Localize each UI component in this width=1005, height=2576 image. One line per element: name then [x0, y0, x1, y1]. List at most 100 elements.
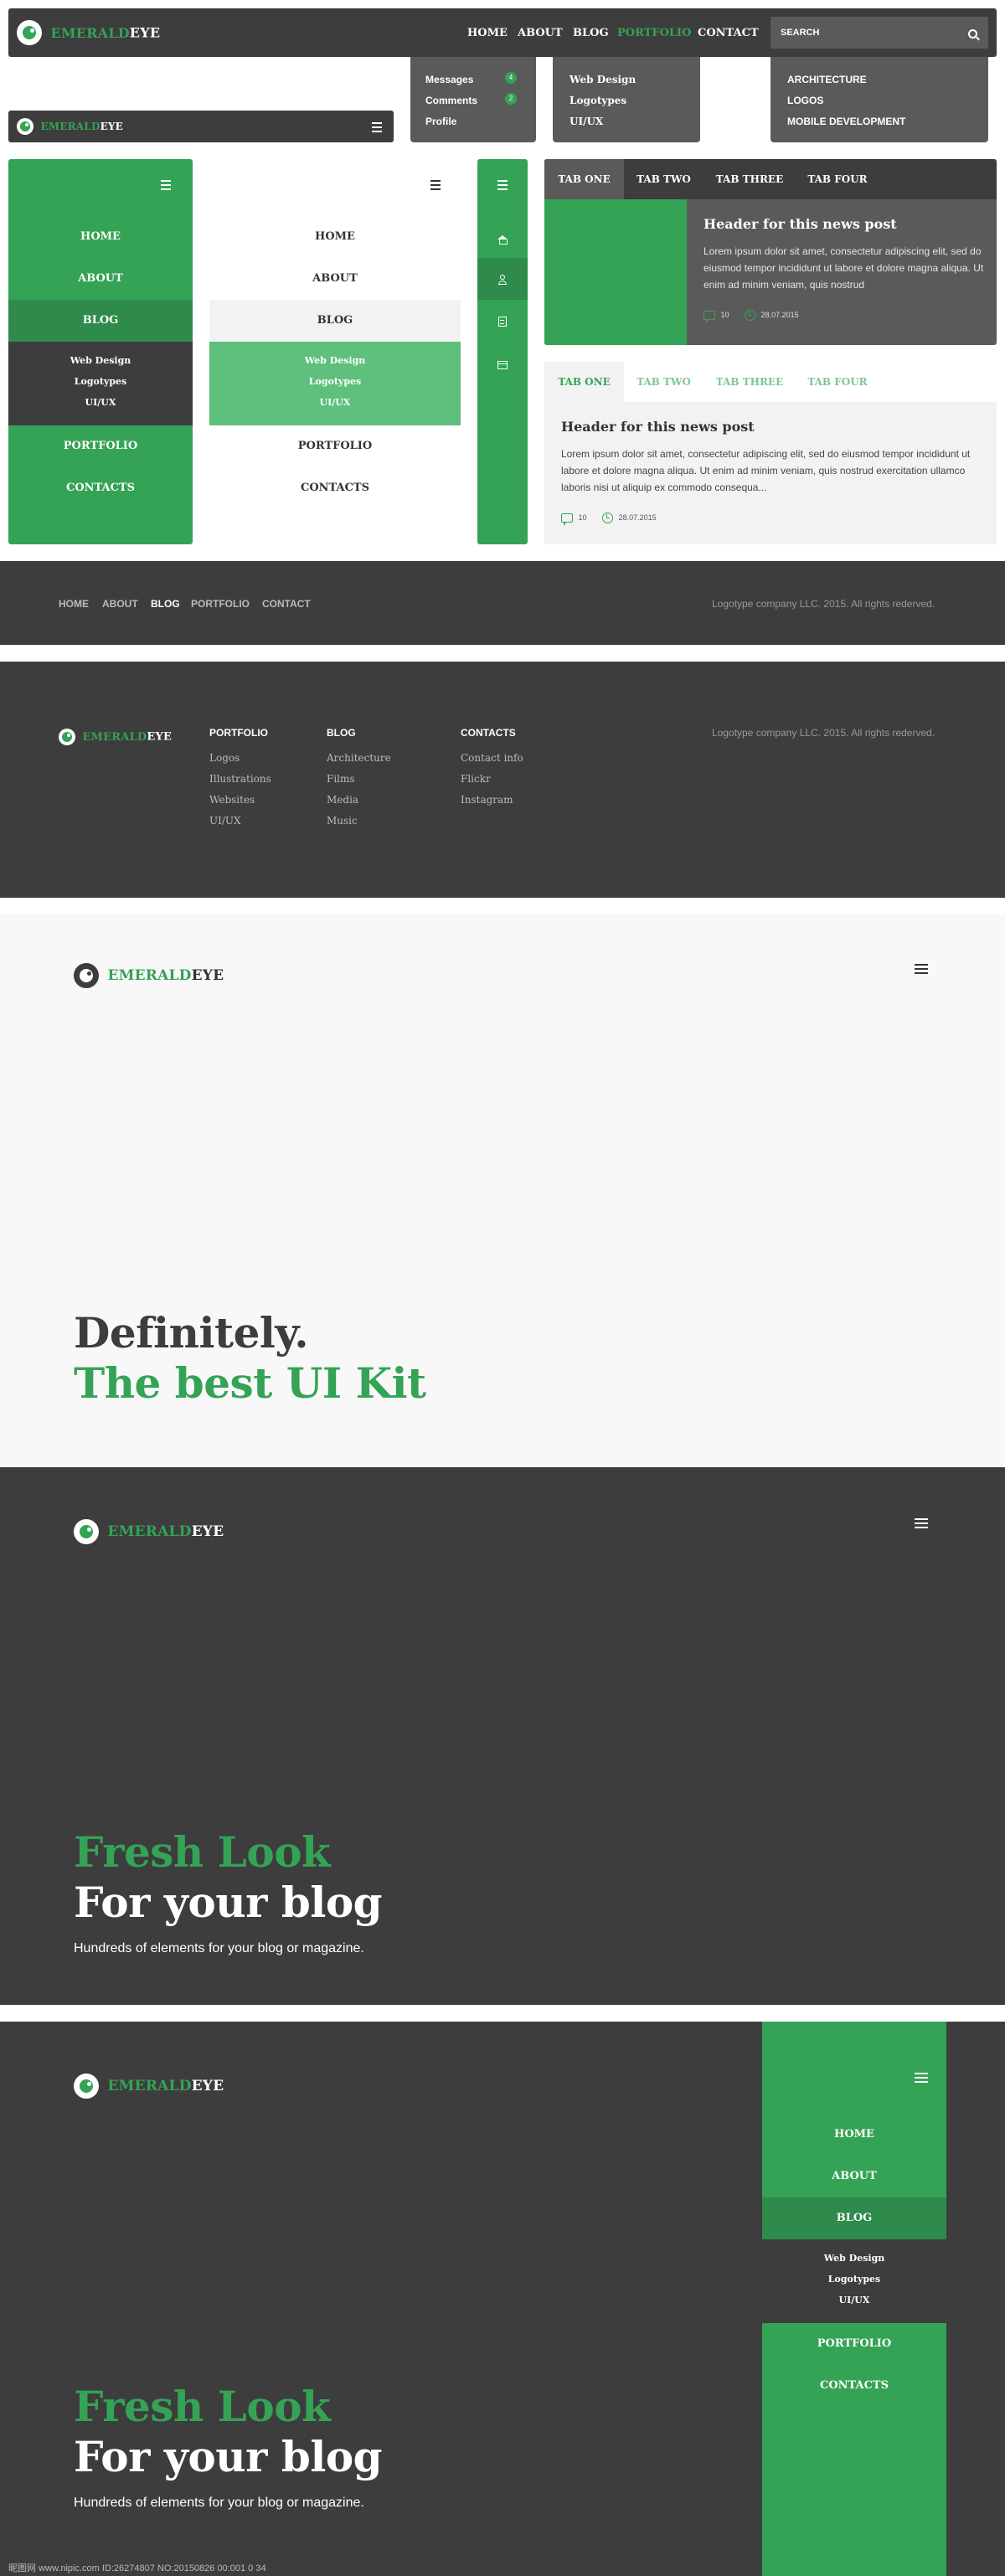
post-title[interactable]: Header for this news post — [704, 216, 897, 232]
search-results-dropdown: ARCHITECTURE LOGOS MOBILE DEVELOPMENT — [770, 57, 988, 142]
footer-link-media[interactable]: Media — [327, 794, 358, 806]
tab-two[interactable]: TAB TWO — [624, 362, 704, 402]
side-menu-home[interactable]: HOME — [762, 2114, 946, 2156]
brand-name-rest: EYE — [191, 2078, 224, 2094]
dropdown-uiux[interactable]: UI/UX — [570, 116, 603, 127]
tab-three[interactable]: TAB THREE — [704, 362, 796, 402]
submenu-web-design[interactable]: Web Design — [8, 355, 193, 366]
dropdown-web-design[interactable]: Web Design — [570, 74, 636, 85]
side-menu-contacts[interactable]: CONTACTS — [8, 467, 193, 509]
side-menu-blog[interactable]: BLOG — [209, 300, 461, 342]
hero-brand-logo[interactable]: EMERALDEYE — [74, 1519, 224, 1544]
icon-menu-user[interactable] — [477, 258, 528, 300]
footer-link-instagram[interactable]: Instagram — [461, 794, 513, 806]
dropdown-messages[interactable]: Messages — [425, 74, 473, 85]
hero-brand-logo[interactable]: EMERALDEYE — [74, 2074, 224, 2099]
footer-link-blog[interactable]: BLOG — [151, 598, 180, 610]
messages-badge: 4 — [505, 72, 517, 84]
search-icon[interactable] — [968, 29, 977, 39]
nav-contact[interactable]: CONTACT — [698, 27, 759, 39]
hamburger-menu-icon[interactable] — [915, 964, 928, 974]
brand-logo[interactable]: EMERALDEYE — [17, 20, 160, 45]
post-title[interactable]: Header for this news post — [561, 419, 755, 435]
hamburger-menu-icon[interactable] — [430, 180, 441, 190]
tabs-light-widget: TAB ONE TAB TWO TAB THREE TAB FOUR Heade… — [544, 362, 997, 544]
tab-four[interactable]: TAB FOUR — [796, 362, 879, 402]
submenu-logotypes[interactable]: Logotypes — [209, 376, 461, 387]
brand-name-green: EMERALD — [40, 121, 100, 132]
footer-link-contact-info[interactable]: Contact info — [461, 752, 523, 764]
footer-link-music[interactable]: Music — [327, 815, 358, 827]
submenu-uiux[interactable]: UI/UX — [8, 397, 193, 408]
side-menu-about[interactable]: ABOUT — [8, 258, 193, 300]
tab-three[interactable]: TAB THREE — [704, 159, 796, 199]
side-menu-blog[interactable]: BLOG — [8, 300, 193, 342]
hero-headline-line1: Fresh Look — [74, 1827, 331, 1877]
footer-link-logos[interactable]: Logos — [209, 752, 240, 764]
clock-icon — [602, 513, 614, 523]
tab-one[interactable]: TAB ONE — [544, 159, 624, 199]
icon-menu-document[interactable] — [477, 300, 528, 342]
footer-link-about[interactable]: ABOUT — [102, 598, 138, 610]
icon-menu-card[interactable] — [477, 342, 528, 384]
nav-about[interactable]: ABOUT — [518, 27, 563, 39]
dropdown-comments[interactable]: Comments — [425, 95, 477, 106]
side-menu-portfolio[interactable]: PORTFOLIO — [8, 425, 193, 467]
footer-link-contact[interactable]: CONTACT — [262, 598, 311, 610]
search-result-architecture[interactable]: ARCHITECTURE — [787, 74, 867, 85]
dropdown-profile[interactable]: Profile — [425, 116, 456, 127]
search-result-logos[interactable]: LOGOS — [787, 95, 823, 106]
nav-home[interactable]: HOME — [467, 27, 508, 39]
submenu-uiux[interactable]: UI/UX — [762, 2295, 946, 2306]
hamburger-menu-icon[interactable] — [915, 1518, 928, 1528]
search-input[interactable]: SEARCH — [770, 17, 988, 49]
footer-copyright: Logotype company LLC. 2015. All rights r… — [712, 598, 935, 610]
footer-link-portfolio[interactable]: PORTFOLIO — [191, 598, 250, 610]
footer-link-uiux[interactable]: UI/UX — [209, 815, 241, 827]
submenu-web-design[interactable]: Web Design — [762, 2253, 946, 2264]
search-result-mobile[interactable]: MOBILE DEVELOPMENT — [787, 116, 905, 127]
nav-blog[interactable]: BLOG — [573, 27, 609, 39]
comment-icon — [561, 513, 573, 526]
side-menu-home[interactable]: HOME — [209, 216, 461, 258]
hamburger-menu-icon[interactable] — [915, 2073, 928, 2083]
side-menu-portfolio[interactable]: PORTFOLIO — [762, 2323, 946, 2365]
tab-one[interactable]: TAB ONE — [544, 362, 624, 402]
footer-link-websites[interactable]: Websites — [209, 794, 255, 806]
hamburger-menu-icon[interactable] — [497, 180, 508, 190]
side-menu-home[interactable]: HOME — [8, 216, 193, 258]
brand-name-rest: EYE — [100, 121, 124, 132]
dropdown-logotypes[interactable]: Logotypes — [570, 95, 626, 106]
footer-link-architecture[interactable]: Architecture — [327, 752, 391, 764]
footer-link-flickr[interactable]: Flickr — [461, 773, 491, 785]
tab-four[interactable]: TAB FOUR — [796, 159, 879, 199]
submenu-web-design[interactable]: Web Design — [209, 355, 461, 366]
side-menu-contacts[interactable]: CONTACTS — [762, 2365, 946, 2407]
nav-portfolio[interactable]: PORTFOLIO — [617, 27, 691, 39]
submenu-uiux[interactable]: UI/UX — [209, 397, 461, 408]
footer-link-home[interactable]: HOME — [59, 598, 89, 610]
hamburger-menu-icon[interactable] — [161, 180, 171, 190]
side-menu-about[interactable]: ABOUT — [762, 2156, 946, 2197]
side-menu-blog[interactable]: BLOG — [762, 2197, 946, 2239]
side-menu-portfolio[interactable]: PORTFOLIO — [209, 425, 461, 467]
hero-brand-logo[interactable]: EMERALDEYE — [74, 963, 224, 988]
footer-brand-logo[interactable]: EMERALDEYE — [59, 729, 172, 745]
footer-col-blog-title: BLOG — [327, 727, 356, 739]
tab-two[interactable]: TAB TWO — [624, 159, 704, 199]
side-menu-contacts[interactable]: CONTACTS — [209, 467, 461, 509]
hamburger-menu-icon[interactable] — [372, 122, 382, 132]
icon-side-menu — [477, 159, 528, 544]
eye-logo-icon — [74, 963, 99, 988]
side-menu-about[interactable]: ABOUT — [209, 258, 461, 300]
hero-tagline: Hundreds of elements for your blog or ma… — [74, 1941, 364, 1955]
submenu-logotypes[interactable]: Logotypes — [762, 2274, 946, 2285]
icon-menu-home[interactable] — [477, 216, 528, 258]
compact-brand-logo[interactable]: EMERALDEYE — [17, 118, 123, 135]
submenu-logotypes[interactable]: Logotypes — [8, 376, 193, 387]
post-meta: 10 28.07.2015 — [704, 310, 799, 323]
footer-link-illustrations[interactable]: Illustrations — [209, 773, 271, 785]
footer-link-films[interactable]: Films — [327, 773, 355, 785]
overlay-side-menu: HOME ABOUT BLOG Web Design Logotypes UI/… — [762, 2022, 946, 2576]
eye-logo-icon — [59, 729, 75, 745]
